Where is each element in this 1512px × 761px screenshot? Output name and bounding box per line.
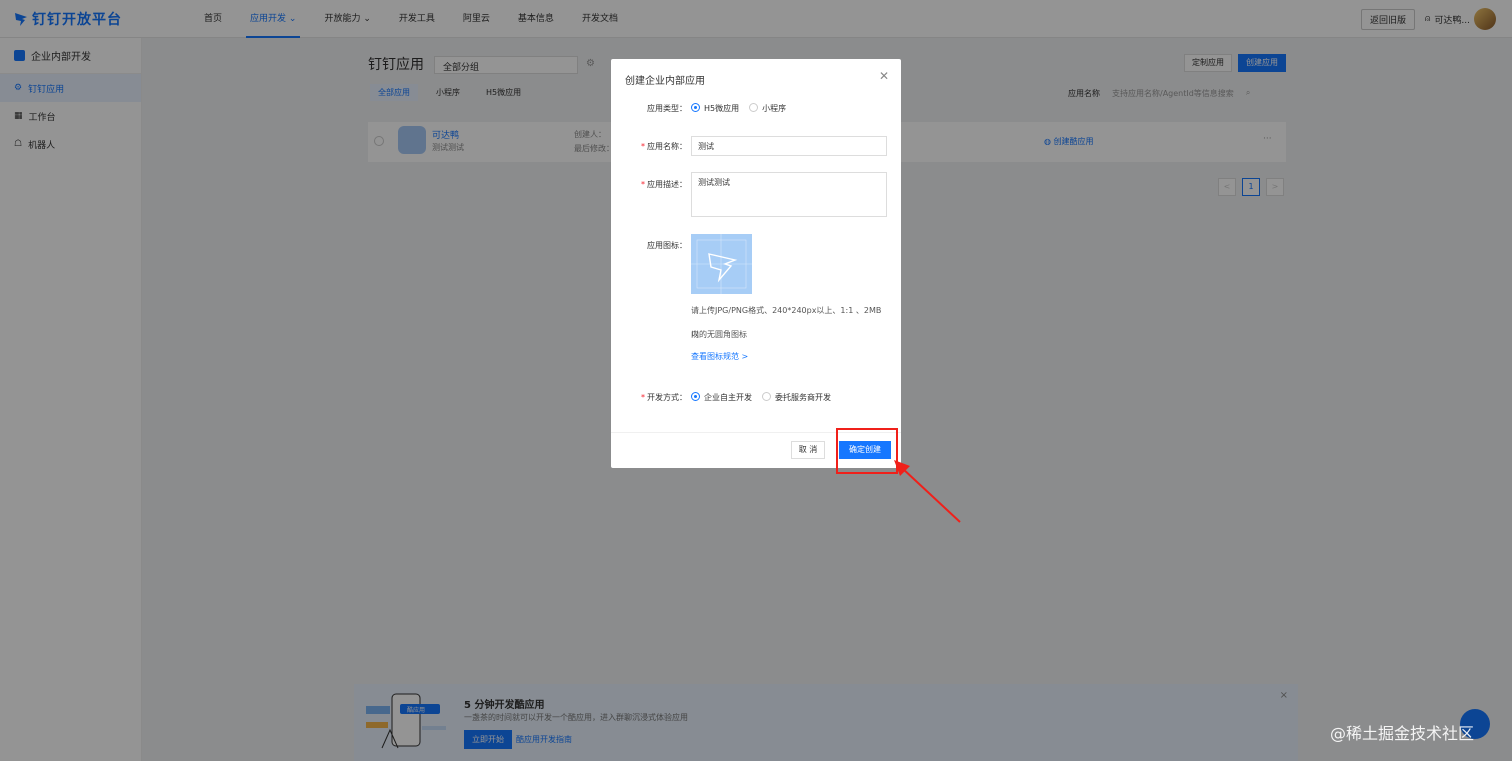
radio-label: 企业自主开发 bbox=[704, 393, 752, 402]
close-icon[interactable]: ✕ bbox=[879, 69, 889, 83]
app-type-radio-group: H5微应用 小程序 bbox=[691, 103, 786, 114]
app-icon-label: 应用图标： bbox=[647, 241, 687, 250]
dingtalk-logo-icon bbox=[691, 234, 752, 294]
app-type-label: 应用类型： bbox=[647, 104, 687, 113]
cancel-button[interactable]: 取 消 bbox=[791, 441, 825, 459]
app-name-label: * 应用名称： bbox=[641, 141, 687, 152]
app-name-input[interactable]: 测试 bbox=[691, 136, 887, 156]
app-desc-label: * 应用描述： bbox=[641, 179, 687, 190]
annotation-arrow-icon bbox=[894, 460, 961, 523]
app-desc-textarea[interactable]: 测试测试 bbox=[691, 172, 887, 217]
modal-title: 创建企业内部应用 bbox=[625, 76, 705, 87]
radio-button-checked[interactable] bbox=[691, 392, 700, 401]
radio-label: 委托服务商开发 bbox=[775, 393, 831, 402]
required-mark: * bbox=[641, 142, 645, 151]
radio-button[interactable] bbox=[749, 103, 759, 112]
radio-vendor-dev[interactable]: 委托服务商开发 bbox=[762, 392, 831, 403]
radio-self-dev[interactable]: 企业自主开发 bbox=[691, 392, 752, 403]
dev-mode-label-text: 开发方式： bbox=[647, 393, 687, 402]
app-desc-label-text: 应用描述： bbox=[647, 180, 687, 189]
radio-label: H5微应用 bbox=[704, 104, 740, 113]
required-mark: * bbox=[641, 393, 645, 402]
app-name-label-text: 应用名称： bbox=[647, 142, 687, 151]
dev-mode-radio-group: 企业自主开发 委托服务商开发 bbox=[691, 392, 831, 403]
icon-hint-line2: 内的无圆角图标 bbox=[691, 330, 747, 339]
required-mark: * bbox=[641, 180, 645, 189]
radio-h5[interactable]: H5微应用 bbox=[691, 103, 739, 114]
radio-label: 小程序 bbox=[762, 104, 787, 113]
radio-button-checked[interactable] bbox=[691, 103, 700, 112]
dev-mode-label: * 开发方式： bbox=[641, 392, 687, 403]
radio-mini-program[interactable]: 小程序 bbox=[749, 103, 786, 114]
icon-spec-link[interactable]: 查看图标规范 > bbox=[691, 351, 748, 362]
create-app-modal: 创建企业内部应用 ✕ 应用类型： H5微应用 小程序 * 应用名称： 测试 * 应用… bbox=[611, 59, 901, 468]
app-icon-upload[interactable] bbox=[691, 234, 752, 294]
radio-button[interactable] bbox=[762, 392, 771, 401]
watermark: @稀土掘金技术社区 bbox=[1330, 724, 1475, 743]
